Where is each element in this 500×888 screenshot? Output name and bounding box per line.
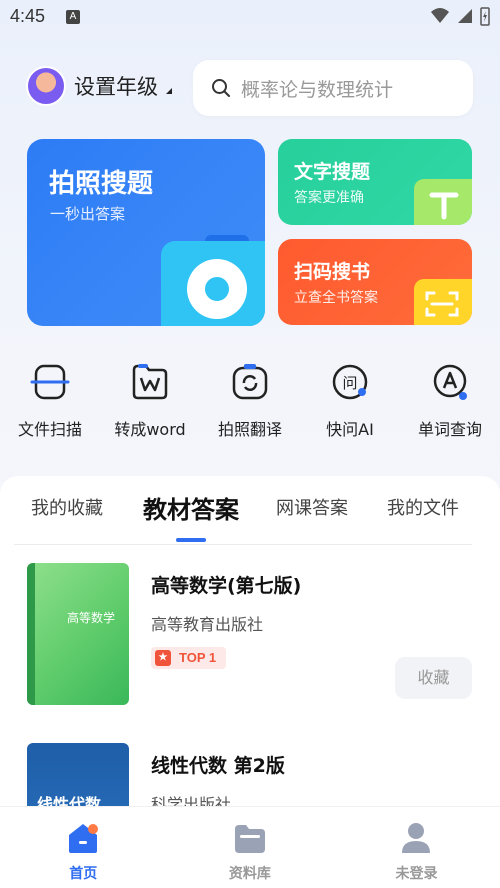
tool-label: 快问AI — [326, 420, 374, 439]
bottom-nav: 首页 资料库 未登录 — [0, 806, 500, 888]
search-placeholder: 概率论与数理统计 — [241, 78, 394, 101]
search-icon — [212, 79, 230, 97]
scan-book-card[interactable]: 扫码搜书 立查全书答案 — [278, 239, 472, 325]
cover-title: 高等数学 — [67, 611, 116, 625]
t-glyph-icon — [429, 192, 459, 220]
search-bar[interactable]: 概率论与数理统计 — [193, 60, 473, 116]
nav-label: 未登录 — [395, 866, 438, 882]
battery-icon — [480, 7, 490, 26]
folder-icon — [234, 825, 265, 853]
tab-indicator — [176, 538, 206, 542]
photo-search-subtitle: 一秒出答案 — [50, 205, 126, 223]
tool-word-convert[interactable]: 转成word — [100, 362, 200, 440]
tool-word-lookup[interactable]: 单词查询 — [400, 362, 500, 440]
text-search-title: 文字搜题 — [294, 161, 371, 183]
tab-course-answers[interactable]: 网课答案 — [276, 494, 348, 520]
scan-book-subtitle: 立查全书答案 — [294, 290, 378, 306]
nav-label: 首页 — [69, 866, 98, 882]
word-lookup-icon — [433, 364, 467, 400]
cover-title: 线性代数 — [37, 795, 102, 806]
nav-home[interactable]: 首页 — [0, 807, 167, 888]
grade-label: 设置年级 — [74, 75, 158, 99]
status-a-indicator: A — [66, 10, 80, 24]
signal-icon — [458, 9, 472, 23]
wifi-icon — [431, 8, 449, 23]
favorite-button[interactable]: 收藏 — [395, 657, 472, 699]
tool-label: 转成word — [114, 420, 186, 439]
tabs: 我的收藏 教材答案 网课答案 我的文件 — [0, 494, 500, 534]
scan-book-title: 扫码搜书 — [294, 261, 371, 283]
photo-translate-icon — [232, 364, 268, 400]
tool-ask-ai[interactable]: 问 快问AI — [300, 362, 400, 440]
book-cover: 线性代数 — [27, 743, 129, 806]
book-title: 高等数学(第七版) — [151, 575, 302, 597]
text-search-subtitle: 答案更准确 — [294, 190, 364, 206]
tab-textbook-answers[interactable]: 教材答案 — [143, 490, 239, 525]
book-publisher: 科学出版社 — [151, 795, 232, 806]
star-icon: ★ — [155, 650, 171, 666]
status-bar: 4:45 A — [0, 0, 500, 34]
avatar — [26, 66, 66, 106]
rank-badge-text: TOP 1 — [179, 650, 217, 665]
nav-profile[interactable]: 未登录 — [333, 807, 500, 888]
status-icons — [430, 6, 490, 26]
rank-badge: ★ TOP 1 — [151, 647, 227, 669]
svg-text:问: 问 — [342, 374, 357, 392]
tab-favorites[interactable]: 我的收藏 — [31, 494, 103, 520]
file-scan-icon — [30, 364, 70, 400]
status-time: 4:45 — [10, 6, 46, 26]
cover-spine — [27, 563, 35, 705]
photo-search-card[interactable]: 拍照搜题 一秒出答案 — [27, 139, 265, 326]
tool-label: 拍照翻译 — [217, 420, 282, 439]
tool-file-scan[interactable]: 文件扫描 — [0, 362, 100, 440]
book-publisher: 高等教育出版社 — [151, 615, 264, 634]
caret-icon — [166, 88, 172, 94]
nav-library[interactable]: 资料库 — [167, 807, 334, 888]
camera-lens-inner — [199, 271, 235, 307]
book-title: 线性代数 第2版 — [151, 755, 285, 777]
word-convert-icon — [132, 364, 168, 400]
tool-photo-translate[interactable]: 拍照翻译 — [200, 362, 300, 440]
home-icon — [69, 824, 99, 853]
nav-label: 资料库 — [228, 866, 271, 882]
book-item[interactable]: 线性代数 线性代数 第2版 科学出版社 — [0, 743, 500, 806]
tools-row: 文件扫描 转成word 拍照翻译 问 快问AI 单词查询 — [0, 362, 500, 440]
grade-selector[interactable]: 设置年级 — [26, 66, 172, 106]
text-search-card[interactable]: 文字搜题 答案更准确 — [278, 139, 472, 225]
photo-search-title: 拍照搜题 — [49, 169, 154, 199]
scan-frame-icon — [425, 291, 459, 317]
tab-my-files[interactable]: 我的文件 — [387, 494, 459, 520]
tool-label: 文件扫描 — [17, 420, 82, 439]
divider — [14, 544, 472, 545]
user-icon — [402, 823, 431, 853]
tool-label: 单词查询 — [417, 420, 482, 439]
book-cover: 高等数学 — [27, 563, 129, 705]
ask-ai-icon: 问 — [332, 364, 368, 400]
content-panel: 我的收藏 教材答案 网课答案 我的文件 高等数学 高等数学(第七版) 高等教育出… — [0, 476, 500, 806]
book-item[interactable]: 高等数学 高等数学(第七版) 高等教育出版社 ★ TOP 1 收藏 — [0, 563, 500, 713]
